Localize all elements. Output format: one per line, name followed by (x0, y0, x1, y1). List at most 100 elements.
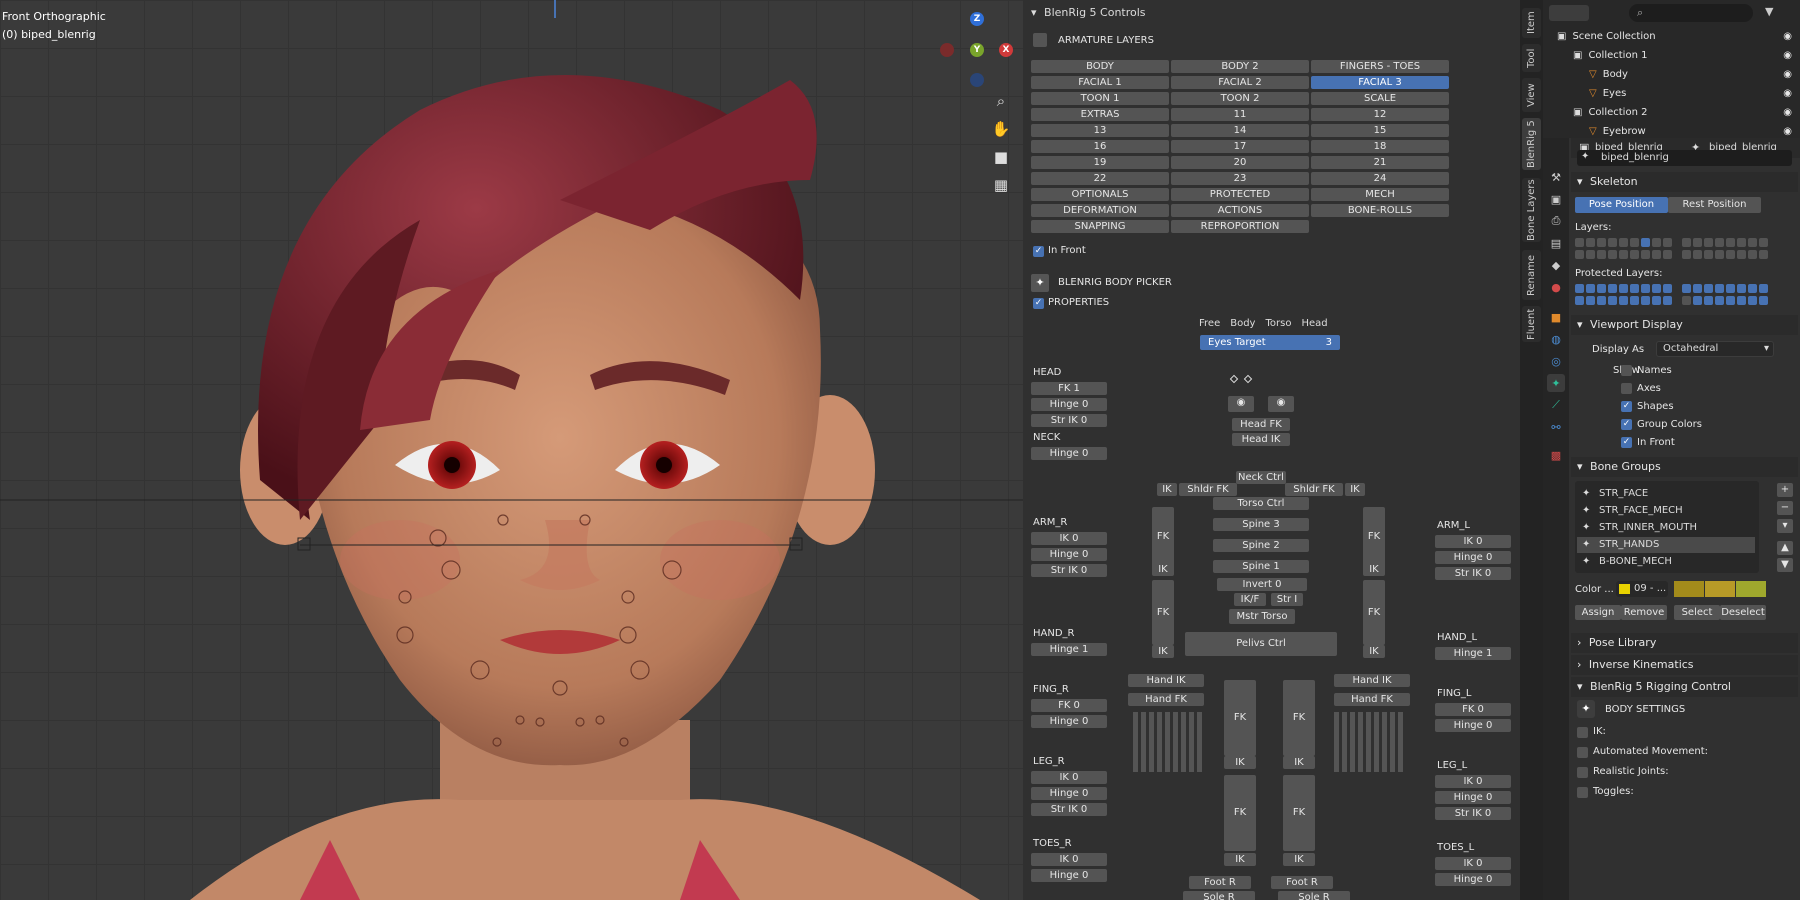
body-setting-checkbox[interactable] (1577, 767, 1588, 778)
3d-viewport[interactable]: Front Orthographic (0) biped_blenrig Z Y… (0, 0, 1023, 900)
prop-toggle-button[interactable]: Str IK 0 (1031, 803, 1107, 816)
prop-toggle-button[interactable]: IK 0 (1435, 535, 1511, 548)
prop-toggle-button[interactable]: IK 0 (1031, 532, 1107, 545)
spine2-button[interactable]: Spine 2 (1213, 539, 1309, 552)
physics-tab-icon[interactable]: ◎ (1547, 352, 1565, 370)
foot-l-button[interactable]: Foot R (1271, 876, 1333, 889)
prop-toggle-button[interactable]: Hinge 0 (1435, 719, 1511, 732)
prop-toggle-button[interactable]: Hinge 0 (1031, 548, 1107, 561)
move-up-button[interactable]: ▲ (1777, 541, 1793, 555)
x-axis-icon[interactable]: X (999, 43, 1013, 57)
pan-hand-icon[interactable]: ✋ (988, 116, 1014, 142)
shin-r-ik-button[interactable]: IK (1224, 853, 1256, 866)
layer-button[interactable]: BODY 2 (1171, 60, 1309, 73)
picker-tab[interactable]: Body (1230, 318, 1255, 329)
bone-groups-header[interactable]: ▾ Bone Groups (1571, 457, 1798, 477)
layer-button[interactable]: 11 (1171, 108, 1309, 121)
prop-toggle-button[interactable]: IK 0 (1435, 857, 1511, 870)
layer-button[interactable]: ACTIONS (1171, 204, 1309, 217)
arm-r-fk-button[interactable]: FK (1152, 507, 1174, 567)
layer-button[interactable]: 12 (1311, 108, 1449, 121)
bone-group-item[interactable]: ✦ B-BONE_MECH (1577, 554, 1755, 570)
layer-button[interactable]: SNAPPING (1031, 220, 1169, 233)
armature-data-field[interactable]: ✦ biped_blenrig (1577, 150, 1792, 166)
layer-button[interactable]: EXTRAS (1031, 108, 1169, 121)
neg-x-axis-icon[interactable] (940, 43, 954, 57)
prop-toggle-button[interactable]: Hinge 0 (1435, 551, 1511, 564)
neg-z-axis-icon[interactable] (970, 73, 984, 87)
scene-tab-icon[interactable]: ◆ (1547, 256, 1565, 274)
prop-toggle-button[interactable]: Hinge 0 (1435, 873, 1511, 886)
eyes-target-field[interactable]: Eyes Target 3 (1200, 335, 1340, 350)
layer-button[interactable]: FACIAL 2 (1171, 76, 1309, 89)
bone-group-item[interactable]: ✦ STR_HANDS (1577, 537, 1755, 553)
ikf-button[interactable]: IK/F (1234, 593, 1266, 606)
camera-icon[interactable]: ■ (988, 144, 1014, 170)
world-tab-icon[interactable]: ● (1547, 278, 1565, 296)
shin-l-fk-button[interactable]: FK (1283, 775, 1315, 851)
forearm-l-ik-button[interactable]: IK (1363, 645, 1385, 658)
body-setting-checkbox[interactable] (1577, 727, 1588, 738)
assign-button[interactable]: Assign (1575, 605, 1621, 620)
picker-tab[interactable]: Head (1301, 318, 1327, 329)
head-ik-button[interactable]: Head IK (1232, 433, 1290, 446)
pose-position-button[interactable]: Pose Position (1575, 197, 1668, 213)
torso-ctrl-button[interactable]: Torso Ctrl (1213, 497, 1309, 510)
layer-button[interactable]: 16 (1031, 140, 1169, 153)
output-tab-icon[interactable]: ⎙ (1547, 212, 1565, 230)
prop-toggle-button[interactable]: FK 1 (1031, 382, 1107, 395)
prop-toggle-button[interactable]: FK 0 (1031, 699, 1107, 712)
prop-toggle-button[interactable]: Hinge 0 (1031, 398, 1107, 411)
prop-toggle-button[interactable]: IK 0 (1031, 853, 1107, 866)
body-setting-checkbox[interactable] (1577, 747, 1588, 758)
layer-button[interactable]: TOON 2 (1171, 92, 1309, 105)
layer-button[interactable]: FACIAL 3 (1311, 76, 1449, 89)
arm-l-ik-tag[interactable]: IK (1345, 483, 1365, 496)
prop-toggle-button[interactable]: Str IK 0 (1435, 567, 1511, 580)
body-setting-checkbox[interactable] (1577, 787, 1588, 798)
layer-button[interactable]: TOON 1 (1031, 92, 1169, 105)
prop-toggle-button[interactable]: IK 0 (1435, 775, 1511, 788)
fingers-l-picker[interactable] (1334, 712, 1406, 772)
select-button[interactable]: Select (1674, 605, 1720, 620)
layer-button[interactable]: BODY (1031, 60, 1169, 73)
filter-icon[interactable]: ▼ (1765, 5, 1793, 21)
constraint-tab-icon[interactable]: ⚯ (1547, 418, 1565, 436)
thigh-r-fk-button[interactable]: FK (1224, 680, 1256, 756)
bone-group-item[interactable]: ✦ STR_FACE_MECH (1577, 503, 1755, 519)
visibility-eye-icon[interactable]: ◉ (1783, 104, 1792, 122)
arm-r-ik-button[interactable]: IK (1152, 563, 1174, 576)
hand-ik-l-button[interactable]: Hand IK (1334, 674, 1410, 687)
forearm-r-fk-button[interactable]: FK (1152, 580, 1174, 645)
collapse-arrow-icon[interactable]: ▾ (1031, 6, 1037, 19)
remove-button[interactable]: Remove (1621, 605, 1667, 620)
sole-r-button[interactable]: Sole R (1183, 891, 1255, 900)
prop-toggle-button[interactable]: Hinge 1 (1435, 647, 1511, 660)
active-color-swatch[interactable] (1736, 581, 1766, 597)
sidebar-tab[interactable]: Item (1522, 8, 1541, 38)
show-checkbox[interactable]: ✓ (1621, 419, 1632, 430)
modifier-tab-icon[interactable]: ◍ (1547, 330, 1565, 348)
neck-ctrl-button[interactable]: Neck Ctrl (1236, 471, 1286, 484)
normal-color-swatch[interactable] (1674, 581, 1704, 597)
tool-tab-icon[interactable]: ⚒ (1547, 168, 1565, 186)
object-tab-icon[interactable]: ■ (1547, 308, 1565, 326)
display-as-dropdown[interactable]: Octahedral ▾ (1656, 341, 1774, 357)
texture-tab-icon[interactable]: ▩ (1547, 446, 1565, 464)
arm-r-ik-tag[interactable]: IK (1157, 483, 1177, 496)
editor-type-icon[interactable] (1549, 5, 1589, 21)
add-group-button[interactable]: + (1777, 483, 1793, 497)
bone-group-item[interactable]: ✦ STR_INNER_MOUTH (1577, 520, 1755, 536)
layer-button[interactable]: FACIAL 1 (1031, 76, 1169, 89)
outliner-row[interactable]: ▣ Collection 1 ◉ (1543, 47, 1800, 65)
shin-r-fk-button[interactable]: FK (1224, 775, 1256, 851)
bone-tab-icon[interactable]: ⟋ (1547, 396, 1565, 414)
properties-checkbox[interactable]: ✓ (1033, 298, 1044, 309)
foot-r-button[interactable]: Foot R (1189, 876, 1251, 889)
hand-fk-r-button[interactable]: Hand FK (1128, 693, 1204, 706)
layer-button[interactable]: 20 (1171, 156, 1309, 169)
axis-gizmo[interactable]: Z Y X (930, 10, 1020, 90)
render-tab-icon[interactable]: ▣ (1547, 190, 1565, 208)
rigging-control-header[interactable]: ▾ BlenRig 5 Rigging Control (1571, 677, 1798, 697)
prop-toggle-button[interactable]: Hinge 0 (1031, 869, 1107, 882)
